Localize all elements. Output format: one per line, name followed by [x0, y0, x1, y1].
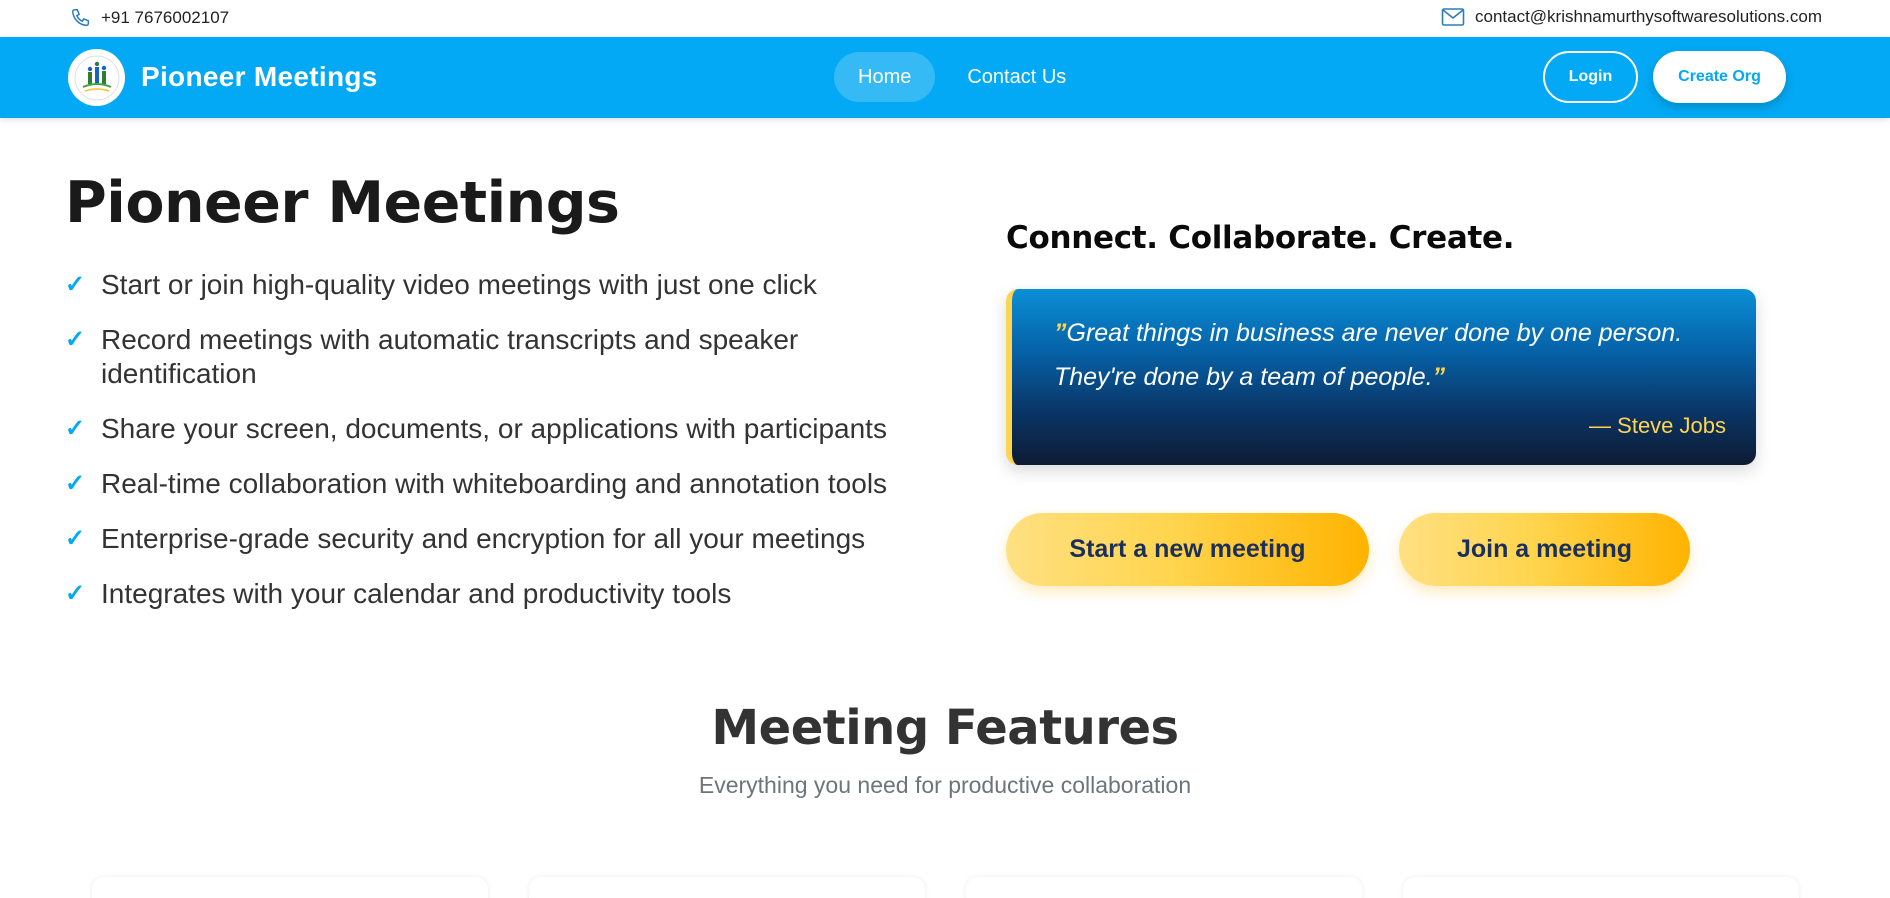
phone-number: +91 7676002107 [101, 8, 230, 27]
feature-text: Share your screen, documents, or applica… [101, 413, 887, 444]
feature-card [529, 877, 925, 898]
check-icon: ✓ [65, 580, 86, 607]
feature-text: Integrates with your calendar and produc… [101, 578, 732, 609]
check-icon: ✓ [65, 470, 86, 497]
feature-text: Real-time collaboration with whiteboardi… [101, 468, 888, 499]
section-title: Meeting Features [711, 700, 1179, 756]
quote-open-mark: ” [1054, 319, 1067, 347]
main-navbar: Pioneer Meetings Home Contact Us Login C… [0, 37, 1890, 118]
phone-icon [70, 7, 92, 29]
feature-card [1403, 877, 1799, 898]
hero-title: Pioneer Meetings [65, 170, 620, 236]
email-address: contact@krishnamurthysoftwaresolutions.c… [1474, 7, 1822, 26]
quote-text: Great things in business are never done … [1054, 319, 1683, 391]
pioneer-logo-icon[interactable] [68, 49, 125, 106]
feature-text: Enterprise-grade security and encryption… [101, 523, 866, 554]
nav-contact-link[interactable]: Contact Us [943, 52, 1090, 102]
start-meeting-button[interactable]: Start a new meeting [1006, 513, 1369, 586]
feature-list: ✓ Start or join high-quality video meeti… [65, 268, 945, 632]
quote-card: ”Great things in business are never done… [1006, 289, 1756, 465]
feature-text: Start or join high-quality video meeting… [101, 269, 817, 300]
feature-card [92, 877, 488, 898]
mail-icon [1441, 7, 1465, 27]
create-org-button[interactable]: Create Org [1653, 51, 1786, 103]
contact-bar: +91 7676002107 contact@krishnamurthysoft… [0, 0, 1890, 37]
nav-links: Home Contact Us [834, 52, 1090, 102]
login-button[interactable]: Login [1543, 51, 1638, 103]
brand-name[interactable]: Pioneer Meetings [141, 61, 378, 93]
check-icon: ✓ [65, 525, 86, 552]
quote-author: — Steve Jobs [1589, 413, 1726, 438]
list-item: ✓ Record meetings with automatic transcr… [65, 323, 945, 391]
feature-card [966, 877, 1362, 898]
check-icon: ✓ [65, 326, 86, 353]
list-item: ✓ Enterprise-grade security and encrypti… [65, 522, 945, 556]
tagline: Connect. Collaborate. Create. [1006, 220, 1515, 256]
quote-text-block: ”Great things in business are never done… [1054, 311, 1734, 399]
join-meeting-button[interactable]: Join a meeting [1399, 513, 1690, 586]
feature-text: Record meetings with automatic transcrip… [101, 324, 799, 389]
list-item: ✓ Real-time collaboration with whiteboar… [65, 467, 945, 501]
email-contact[interactable]: contact@krishnamurthysoftwaresolutions.c… [1441, 7, 1822, 27]
check-icon: ✓ [65, 415, 86, 442]
phone-contact[interactable]: +91 7676002107 [70, 7, 229, 29]
check-icon: ✓ [65, 271, 86, 298]
list-item: ✓ Integrates with your calendar and prod… [65, 577, 945, 611]
list-item: ✓ Start or join high-quality video meeti… [65, 268, 945, 302]
quote-close-mark: ” [1432, 363, 1446, 391]
list-item: ✓ Share your screen, documents, or appli… [65, 412, 945, 446]
nav-home-link[interactable]: Home [834, 52, 936, 102]
section-subtitle: Everything you need for productive colla… [698, 772, 1192, 798]
